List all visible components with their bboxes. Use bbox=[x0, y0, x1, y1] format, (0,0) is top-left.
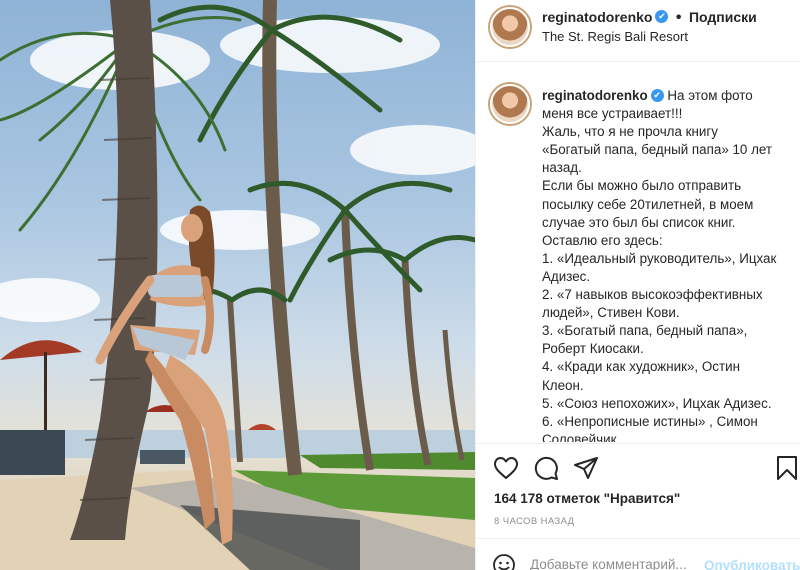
caption-line: посылку себе 20тилетней, в моем bbox=[542, 196, 754, 212]
caption-line: Если бы можно было отправить bbox=[542, 178, 742, 194]
like-button[interactable] bbox=[490, 452, 522, 484]
caption-line: Адизес. bbox=[542, 268, 591, 284]
share-button[interactable] bbox=[570, 452, 602, 484]
caption-text: reginatodorenko ✔ На этом фото меня все у… bbox=[542, 87, 787, 442]
caption-line: Оставлю его здесь: bbox=[542, 232, 663, 248]
caption-line: «Богатый папа, бедный папа» 10 лет bbox=[542, 142, 773, 158]
header-username[interactable]: reginatodorenko bbox=[542, 9, 652, 25]
caption-line: меня все устраивает!!! bbox=[542, 106, 683, 122]
publish-button[interactable]: Опубликовать bbox=[704, 558, 800, 570]
caption-line: назад. bbox=[542, 160, 582, 176]
caption-line: Соловейчик bbox=[542, 431, 617, 442]
likes-count[interactable]: 164 178 отметок "Нравится" bbox=[494, 491, 680, 506]
action-bar bbox=[476, 452, 800, 486]
comment-button[interactable] bbox=[530, 452, 562, 484]
caption-line: 4. «Кради как художник», Остин bbox=[542, 359, 740, 375]
post-side-panel: reginatodorenko ✔ • Подписки The St. Regi… bbox=[475, 0, 800, 570]
caption-line: людей», Стивен Кови. bbox=[542, 305, 680, 321]
verified-icon: ✔ bbox=[650, 88, 664, 102]
divider bbox=[476, 443, 800, 444]
comment-input[interactable] bbox=[530, 557, 710, 570]
caption-line: Клеон. bbox=[542, 377, 584, 393]
avatar[interactable] bbox=[490, 7, 530, 47]
bookmark-icon bbox=[777, 456, 797, 480]
caption-line: 2. «7 навыков высокоэффективных bbox=[542, 287, 763, 303]
verified-icon: ✔ bbox=[655, 10, 669, 24]
caption-line: Роберт Киосаки. bbox=[542, 341, 644, 357]
caption-line: 3. «Богатый папа, бедный папа», bbox=[542, 323, 748, 339]
share-icon bbox=[574, 457, 598, 479]
caption-line: 5. «Союз непохожих», Ицхак Адизес. bbox=[542, 395, 772, 411]
comment-box: Опубликовать bbox=[476, 539, 800, 570]
caption-line: 6. «Непрописные истины» , Симон bbox=[542, 413, 758, 429]
caption-line: Жаль, что я не прочла книгу bbox=[542, 124, 718, 140]
save-button[interactable] bbox=[771, 452, 800, 484]
follow-status-button[interactable]: Подписки bbox=[689, 9, 757, 25]
caption-avatar[interactable] bbox=[490, 84, 530, 124]
post-timestamp[interactable]: 8 ЧАСОВ НАЗАД bbox=[494, 516, 575, 527]
caption-line: На этом фото bbox=[667, 88, 753, 103]
caption-username[interactable]: reginatodorenko bbox=[542, 88, 648, 103]
heart-icon bbox=[494, 457, 518, 479]
separator-dot: • bbox=[675, 9, 682, 26]
header-user-line: reginatodorenko ✔ • Подписки bbox=[542, 9, 757, 27]
beach-palm-photo bbox=[0, 0, 475, 570]
caption-section[interactable]: reginatodorenko ✔ На этом фото меня все у… bbox=[476, 63, 800, 442]
post-header: reginatodorenko ✔ • Подписки The St. Regi… bbox=[476, 0, 800, 62]
caption-line: случае это был бы список книг. bbox=[542, 214, 736, 230]
post-photo[interactable] bbox=[0, 0, 475, 570]
comment-icon bbox=[534, 456, 558, 480]
location-link[interactable]: The St. Regis Bali Resort bbox=[542, 29, 688, 44]
caption-line: 1. «Идеальный руководитель», Ицхак bbox=[542, 250, 777, 266]
emoji-icon[interactable] bbox=[492, 553, 516, 570]
